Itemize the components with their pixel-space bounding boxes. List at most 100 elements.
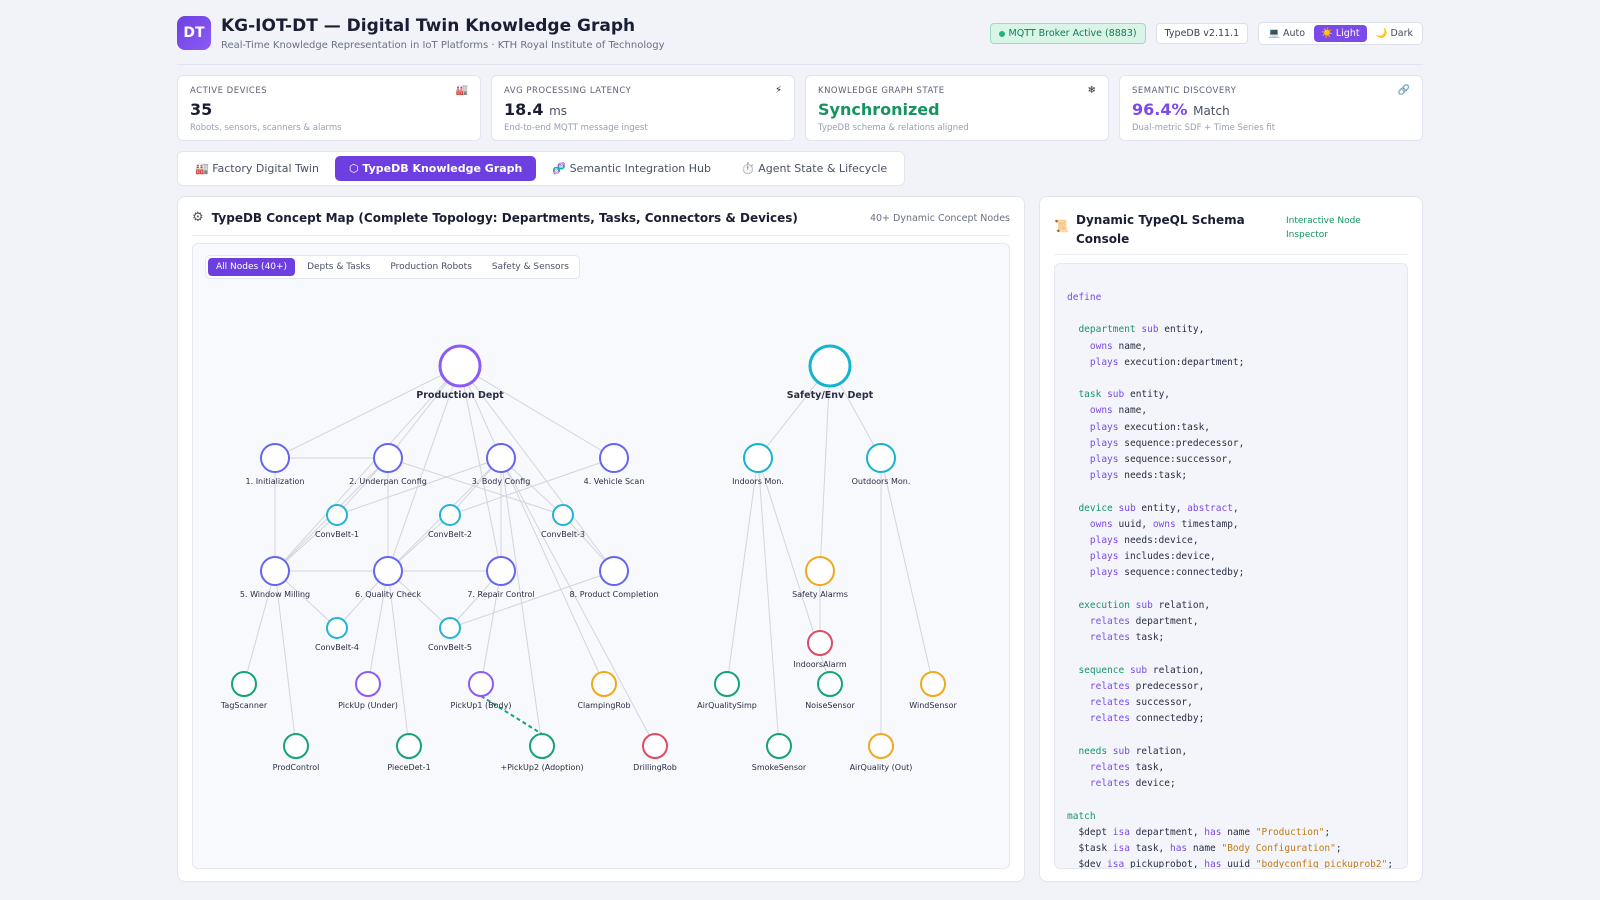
- filter-safety-sensors[interactable]: Safety & Sensors: [484, 258, 577, 276]
- page-subtitle: Real-Time Knowledge Representation in Io…: [221, 40, 665, 51]
- graph-node-c2[interactable]: [439, 504, 461, 526]
- app-logo: DT: [177, 16, 211, 50]
- graph-node-c5[interactable]: [439, 617, 461, 639]
- tab-semantic-integration-hub[interactable]: 🧬 Semantic Integration Hub: [538, 156, 725, 181]
- graph-node-label: AirQualitySimp: [697, 701, 757, 710]
- graph-node-label: Outdoors Mon.: [852, 477, 911, 486]
- filter-production-robots[interactable]: Production Robots: [382, 258, 480, 276]
- graph-edge: [449, 570, 615, 629]
- graph-edge: [480, 570, 502, 685]
- graph-node-label: 7. Repair Control: [467, 590, 534, 599]
- theme-dark-button[interactable]: 🌙 Dark: [1369, 25, 1420, 42]
- graph-node-pu2[interactable]: [529, 733, 555, 759]
- theme-light-button[interactable]: ☀️ Light: [1314, 25, 1367, 42]
- graph-node-label: TagScanner: [220, 701, 268, 710]
- page-title: KG-IOT-DT — Digital Twin Knowledge Graph: [221, 16, 636, 36]
- typeql-code: define department sub entity, owns name,…: [1067, 292, 1394, 869]
- graph-node-label: PieceDet-1: [387, 763, 430, 772]
- graph-canvas[interactable]: Production Dept Safety/Env Dept 1. Initial…: [192, 243, 1010, 869]
- graph-node-label: 1. Initialization: [246, 477, 305, 486]
- graph-node-noise[interactable]: [817, 671, 843, 697]
- node-inspector-link[interactable]: Interactive Node Inspector: [1286, 214, 1396, 242]
- graph-node-label: 2. Underpan Config: [349, 477, 427, 486]
- app-root: DT KG-IOT-DT — Digital Twin Knowledge Gr…: [177, 0, 1423, 900]
- graph-node-pd1[interactable]: [396, 733, 422, 759]
- graph-node-t4[interactable]: [599, 443, 629, 473]
- graph-node-wind[interactable]: [920, 671, 946, 697]
- graph-node-drill[interactable]: [642, 733, 668, 759]
- graph-edge: [367, 570, 389, 685]
- schema-console-title: Dynamic TypeQL Schema Console: [1076, 213, 1245, 246]
- graph-edge: [757, 457, 780, 747]
- graph-edge: [726, 457, 759, 685]
- graph-node-t6[interactable]: [373, 556, 403, 586]
- factory-icon: 🏭: [455, 85, 468, 96]
- tab-factory-digital-twin[interactable]: 🏭 Factory Digital Twin: [181, 156, 333, 181]
- typeql-code-view[interactable]: define department sub entity, owns name,…: [1054, 263, 1408, 869]
- stat-description: Dual-metric SDF + Time Series fit: [1132, 123, 1276, 133]
- knowledge-graph-svg[interactable]: Production Dept Safety/Env Dept 1. Initial…: [193, 244, 1010, 869]
- graph-node-smoke[interactable]: [766, 733, 792, 759]
- schema-console-panel: 📜 Dynamic TypeQL Schema Console Interact…: [1039, 196, 1423, 882]
- graph-node-label: Production Dept: [416, 390, 504, 401]
- graph-node-aqo[interactable]: [868, 733, 894, 759]
- graph-node-c3[interactable]: [552, 504, 574, 526]
- graph-node-indm[interactable]: [743, 443, 773, 473]
- lightning-icon: ⚡: [774, 85, 782, 96]
- stat-description: Robots, sensors, scanners & alarms: [190, 123, 342, 133]
- graph-node-aqs[interactable]: [714, 671, 740, 697]
- graph-node-t7[interactable]: [486, 556, 516, 586]
- stat-card-active-devices: ACTIVE DEVICES 🏭 35 Robots, sensors, sca…: [177, 75, 481, 141]
- scroll-icon: 📜: [1054, 219, 1069, 233]
- graph-node-label: IndoorsAlarm: [793, 660, 847, 669]
- graph-edge: [459, 365, 615, 459]
- stat-value: 35: [190, 100, 213, 119]
- stat-label: AVG PROCESSING LATENCY: [504, 86, 632, 96]
- graph-node-t8[interactable]: [599, 556, 629, 586]
- graph-node-c1[interactable]: [326, 504, 348, 526]
- graph-node-c4[interactable]: [326, 617, 348, 639]
- graph-node-prod[interactable]: [438, 344, 482, 388]
- header-status: MQTT Broker Active (8883) TypeDB v2.11.1…: [989, 22, 1423, 45]
- graph-node-t3[interactable]: [486, 443, 516, 473]
- graph-node-label: AirQuality (Out): [850, 763, 913, 772]
- graph-node-t2[interactable]: [373, 443, 403, 473]
- graph-node-label: ConvBelt-2: [428, 530, 472, 539]
- graph-node-pc[interactable]: [283, 733, 309, 759]
- stat-value: 18.4 ms: [504, 100, 568, 119]
- stat-label: SEMANTIC DISCOVERY: [1132, 86, 1237, 96]
- graph-node-label: +PickUp2 (Adoption): [500, 763, 583, 772]
- graph-edge: [500, 457, 605, 685]
- graph-node-label: ConvBelt-3: [541, 530, 585, 539]
- graph-node-ialarm[interactable]: [807, 630, 833, 656]
- concept-map-title: ⚙ TypeDB Concept Map (Complete Topology:…: [192, 210, 798, 225]
- graph-node-label: DrillingRob: [633, 763, 677, 772]
- graph-edge: [880, 457, 934, 685]
- graph-node-outm[interactable]: [866, 443, 896, 473]
- graph-node-pu1[interactable]: [468, 671, 494, 697]
- graph-node-tag[interactable]: [231, 671, 257, 697]
- graph-node-t1[interactable]: [260, 443, 290, 473]
- theme-auto-button[interactable]: 💻 Auto: [1261, 25, 1312, 42]
- graph-node-label: ProdControl: [273, 763, 320, 772]
- graph-node-puu[interactable]: [355, 671, 381, 697]
- graph-node-t5[interactable]: [260, 556, 290, 586]
- graph-node-clamp[interactable]: [591, 671, 617, 697]
- stat-card-latency: AVG PROCESSING LATENCY ⚡ 18.4 ms End-to-…: [491, 75, 795, 141]
- graph-node-safe[interactable]: [808, 344, 852, 388]
- graph-node-label: 4. Vehicle Scan: [584, 477, 645, 486]
- link-icon: 🔗: [1397, 85, 1410, 96]
- graph-node-label: 8. Product Completion: [570, 590, 659, 599]
- graph-node-label: Indoors Mon.: [732, 477, 784, 486]
- graph-node-label: SmokeSensor: [752, 763, 807, 772]
- graph-node-label: ConvBelt-4: [315, 643, 359, 652]
- stat-label: ACTIVE DEVICES: [190, 86, 268, 96]
- tab-typedb-knowledge-graph[interactable]: ⬡ TypeDB Knowledge Graph: [334, 156, 537, 181]
- graph-node-salarm[interactable]: [805, 556, 835, 586]
- filter-depts-tasks[interactable]: Depts & Tasks: [299, 258, 378, 276]
- graph-node-label: Safety Alarms: [792, 590, 848, 599]
- theme-switcher: 💻 Auto ☀️ Light 🌙 Dark: [1258, 22, 1423, 45]
- stat-value: 96.4% Match: [1132, 100, 1230, 119]
- tab-agent-state-lifecycle[interactable]: ⏱️ Agent State & Lifecycle: [727, 156, 901, 181]
- filter-all-nodes[interactable]: All Nodes (40+): [208, 258, 296, 276]
